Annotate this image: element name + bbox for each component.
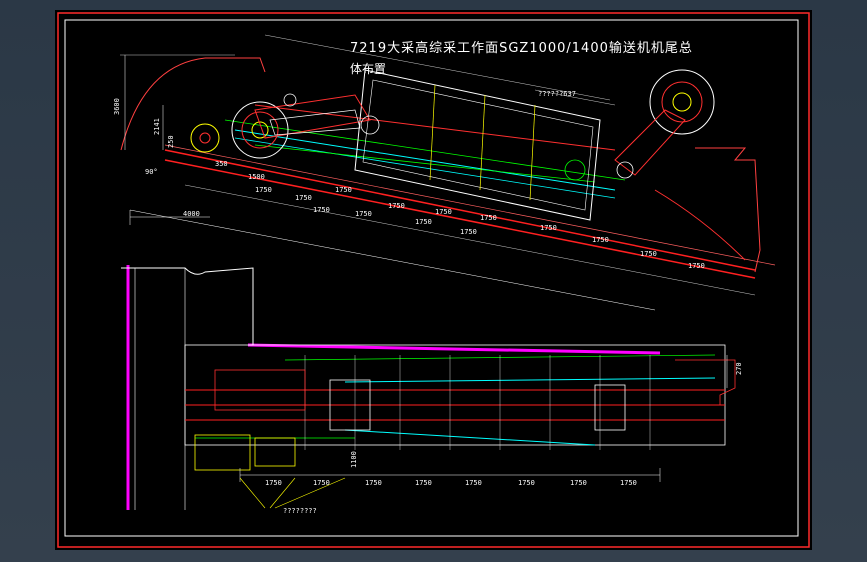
- cad-viewport[interactable]: 7219大采高综采工作面SGZ1000/1400输送机机尾总 体布置 ?????…: [0, 0, 867, 562]
- drawing-title: 7219大采高综采工作面SGZ1000/1400输送机机尾总: [350, 41, 693, 56]
- pitch-label-u13: 1750: [688, 262, 705, 270]
- magenta-horizontal: [247, 343, 661, 355]
- dim-left-small-2: 250: [167, 135, 175, 148]
- dim-base: 4000: [183, 210, 200, 218]
- belt-top: [164, 149, 756, 271]
- drawing-subtitle: 体布置: [350, 62, 387, 76]
- pitch-label-u12: 1750: [640, 250, 657, 258]
- dim-left-vertical: 3600: [113, 98, 121, 115]
- inner-border: [64, 19, 799, 537]
- pitch-label-l6: 1750: [570, 479, 587, 487]
- dim-right: 270: [735, 362, 743, 375]
- right-outline: [695, 147, 761, 273]
- dim-left: 1100: [350, 451, 358, 468]
- dim-top-right: ??????637: [538, 90, 576, 98]
- frame-cyan-1: [234, 129, 616, 191]
- pitch-label-u2: 1750: [335, 186, 352, 194]
- pitch-label-u8: 1750: [460, 228, 477, 236]
- pitch-label-l0: 1750: [265, 479, 282, 487]
- upper-view: [120, 34, 776, 311]
- pitch-label-u5: 1750: [388, 202, 405, 210]
- drawing-sheet: 7219大采高综采工作面SGZ1000/1400输送机机尾总 体布置 ?????…: [55, 10, 812, 550]
- pitch-label-u1: 1750: [295, 194, 312, 202]
- pitch-label-u3: 1750: [313, 206, 330, 214]
- pitch-label-l4: 1750: [465, 479, 482, 487]
- pitch-label-l1: 1750: [313, 479, 330, 487]
- conveyor-body: [184, 344, 726, 446]
- pitch-label-u0: 1750: [255, 186, 272, 194]
- dim-left-small-1: 2141: [153, 118, 161, 135]
- dim-350: 350: [215, 160, 228, 168]
- lower-view: [121, 265, 736, 510]
- pitch-label-u6: 1750: [415, 218, 432, 226]
- left-small-gear: [190, 123, 220, 153]
- pitch-label-l5: 1750: [518, 479, 535, 487]
- pitch-label-u4: 1750: [355, 210, 372, 218]
- callout-label: ????????: [283, 507, 317, 515]
- drawing-canvas: [57, 12, 810, 548]
- dim-angle: 90°: [145, 168, 158, 176]
- right-drum: [649, 69, 715, 135]
- pitch-label-u11: 1750: [592, 236, 609, 244]
- pitch-label-u10: 1750: [540, 224, 557, 232]
- pitch-label-l7: 1750: [620, 479, 637, 487]
- pitch-label-l3: 1750: [415, 479, 432, 487]
- pitch-label-l2: 1750: [365, 479, 382, 487]
- dim-1500: 1500: [248, 173, 265, 181]
- lower-outline: [121, 267, 254, 346]
- pitch-label-u7: 1750: [435, 208, 452, 216]
- pitch-label-u9: 1750: [480, 214, 497, 222]
- left-drum: [231, 101, 289, 159]
